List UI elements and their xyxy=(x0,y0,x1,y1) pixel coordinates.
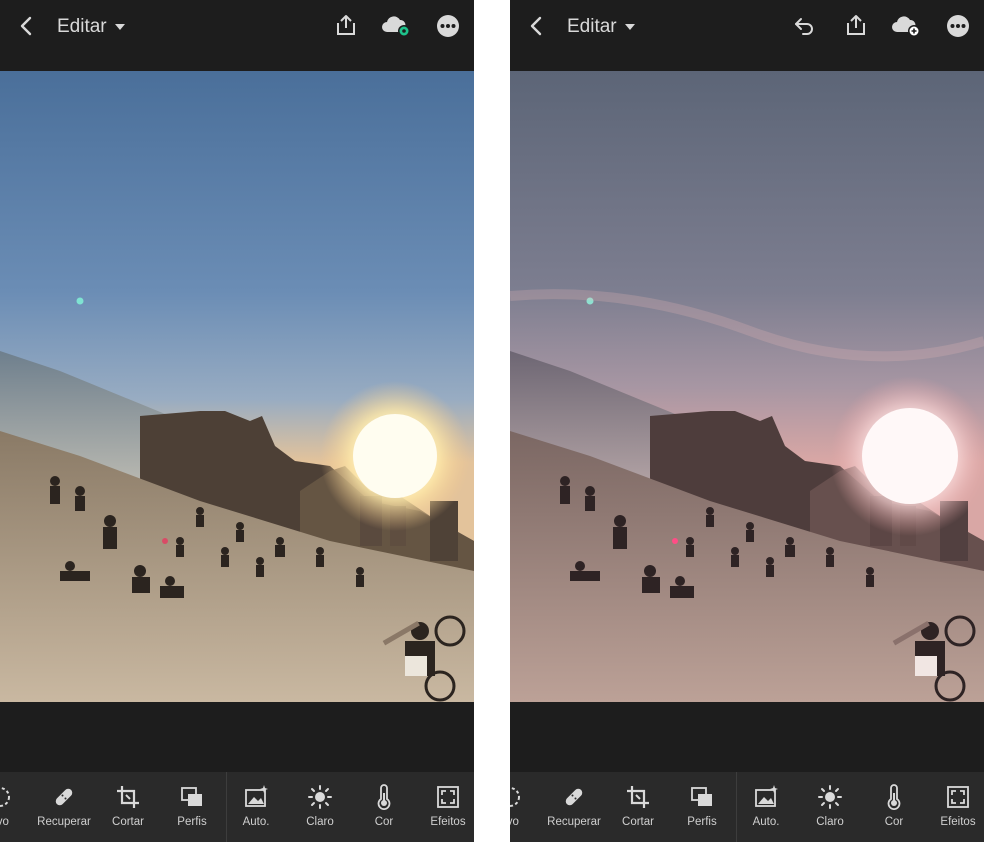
tool-auto[interactable]: Auto. xyxy=(734,784,798,842)
tool-label: Claro xyxy=(306,816,334,828)
color-thermometer-icon xyxy=(887,784,901,810)
tool-label: tivo xyxy=(510,816,519,828)
more-options-icon[interactable] xyxy=(946,14,970,38)
edit-mode-dropdown[interactable]: Editar xyxy=(57,15,125,39)
chevron-down-icon xyxy=(624,24,635,30)
back-arrow-icon[interactable] xyxy=(16,15,38,37)
page-title: Editar xyxy=(57,16,107,37)
light-sun-icon xyxy=(818,785,842,809)
tool-label: Recuperar xyxy=(37,816,91,828)
selective-icon xyxy=(510,787,520,807)
healing-bandage-icon xyxy=(565,788,583,806)
healing-bandage-icon xyxy=(55,788,73,806)
tool-label: Perfis xyxy=(687,816,717,828)
tool-label: Auto. xyxy=(752,816,780,828)
undo-icon[interactable] xyxy=(792,14,816,38)
tool-label: Perfis xyxy=(177,816,207,828)
tool-label: Claro xyxy=(816,816,844,828)
beach-sunset-photo-edited xyxy=(510,71,984,702)
edit-mode-dropdown[interactable]: Editar xyxy=(567,15,635,39)
edit-toolbar: tivo Recuperar Cortar Perfis xyxy=(0,772,474,842)
tool-cortar[interactable]: Cortar xyxy=(96,784,160,842)
selective-icon xyxy=(0,787,10,807)
tool-efeitos[interactable]: Efeitos xyxy=(416,784,474,842)
tool-selective[interactable]: tivo xyxy=(0,784,32,842)
share-icon[interactable] xyxy=(334,13,358,37)
auto-enhance-icon xyxy=(755,785,778,807)
cloud-sync-icon[interactable] xyxy=(380,12,412,38)
top-bar: Editar xyxy=(510,0,984,70)
tool-label: tivo xyxy=(0,816,9,828)
profiles-icon xyxy=(181,787,202,806)
auto-enhance-icon xyxy=(245,785,268,807)
tool-claro[interactable]: Claro xyxy=(798,784,862,842)
tool-recuperar[interactable]: Recuperar xyxy=(542,784,606,842)
tool-perfis[interactable]: Perfis xyxy=(160,784,224,842)
tool-recuperar[interactable]: Recuperar xyxy=(32,784,96,842)
tool-efeitos[interactable]: Efeitos xyxy=(926,784,984,842)
more-options-icon[interactable] xyxy=(436,14,460,38)
photo-preview[interactable] xyxy=(0,71,474,702)
tool-label: Cortar xyxy=(622,816,654,828)
chevron-down-icon xyxy=(114,24,125,30)
tool-label: Auto. xyxy=(242,816,270,828)
photo-preview[interactable] xyxy=(510,71,984,702)
tool-label: Cor xyxy=(884,816,904,828)
tool-selective[interactable]: tivo xyxy=(510,784,542,842)
cloud-add-icon[interactable] xyxy=(890,12,922,38)
back-arrow-icon[interactable] xyxy=(526,15,548,37)
tool-perfis[interactable]: Perfis xyxy=(670,784,734,842)
photo-footer-space xyxy=(0,702,474,772)
share-icon[interactable] xyxy=(844,13,868,37)
beach-sunset-photo xyxy=(0,71,474,702)
effects-icon xyxy=(437,786,459,808)
photo-footer-space xyxy=(510,702,984,772)
color-thermometer-icon xyxy=(377,784,391,810)
crop-icon xyxy=(117,786,139,808)
tool-label: Recuperar xyxy=(547,816,601,828)
tool-label: Cor xyxy=(374,816,394,828)
light-sun-icon xyxy=(308,785,332,809)
top-bar: Editar xyxy=(0,0,474,70)
tool-label: Efeitos xyxy=(430,816,466,828)
tool-label: Cortar xyxy=(112,816,144,828)
editor-screen-original: Editar o Recuperar Cortar Perfis Auto. C… xyxy=(0,0,474,842)
edit-toolbar: tivo Recuperar Cortar Perfis xyxy=(510,772,984,842)
editor-screen-edited: Editar o Recuperar Cortar Perfis Auto. C… xyxy=(510,0,984,842)
page-title: Editar xyxy=(567,16,617,37)
tool-cortar[interactable]: Cortar xyxy=(606,784,670,842)
tool-cor[interactable]: Cor xyxy=(352,784,416,842)
tool-claro[interactable]: Claro xyxy=(288,784,352,842)
tool-cor[interactable]: Cor xyxy=(862,784,926,842)
tool-auto[interactable]: Auto. xyxy=(224,784,288,842)
effects-icon xyxy=(947,786,969,808)
profiles-icon xyxy=(691,787,712,806)
crop-icon xyxy=(627,786,649,808)
tool-label: Efeitos xyxy=(940,816,976,828)
